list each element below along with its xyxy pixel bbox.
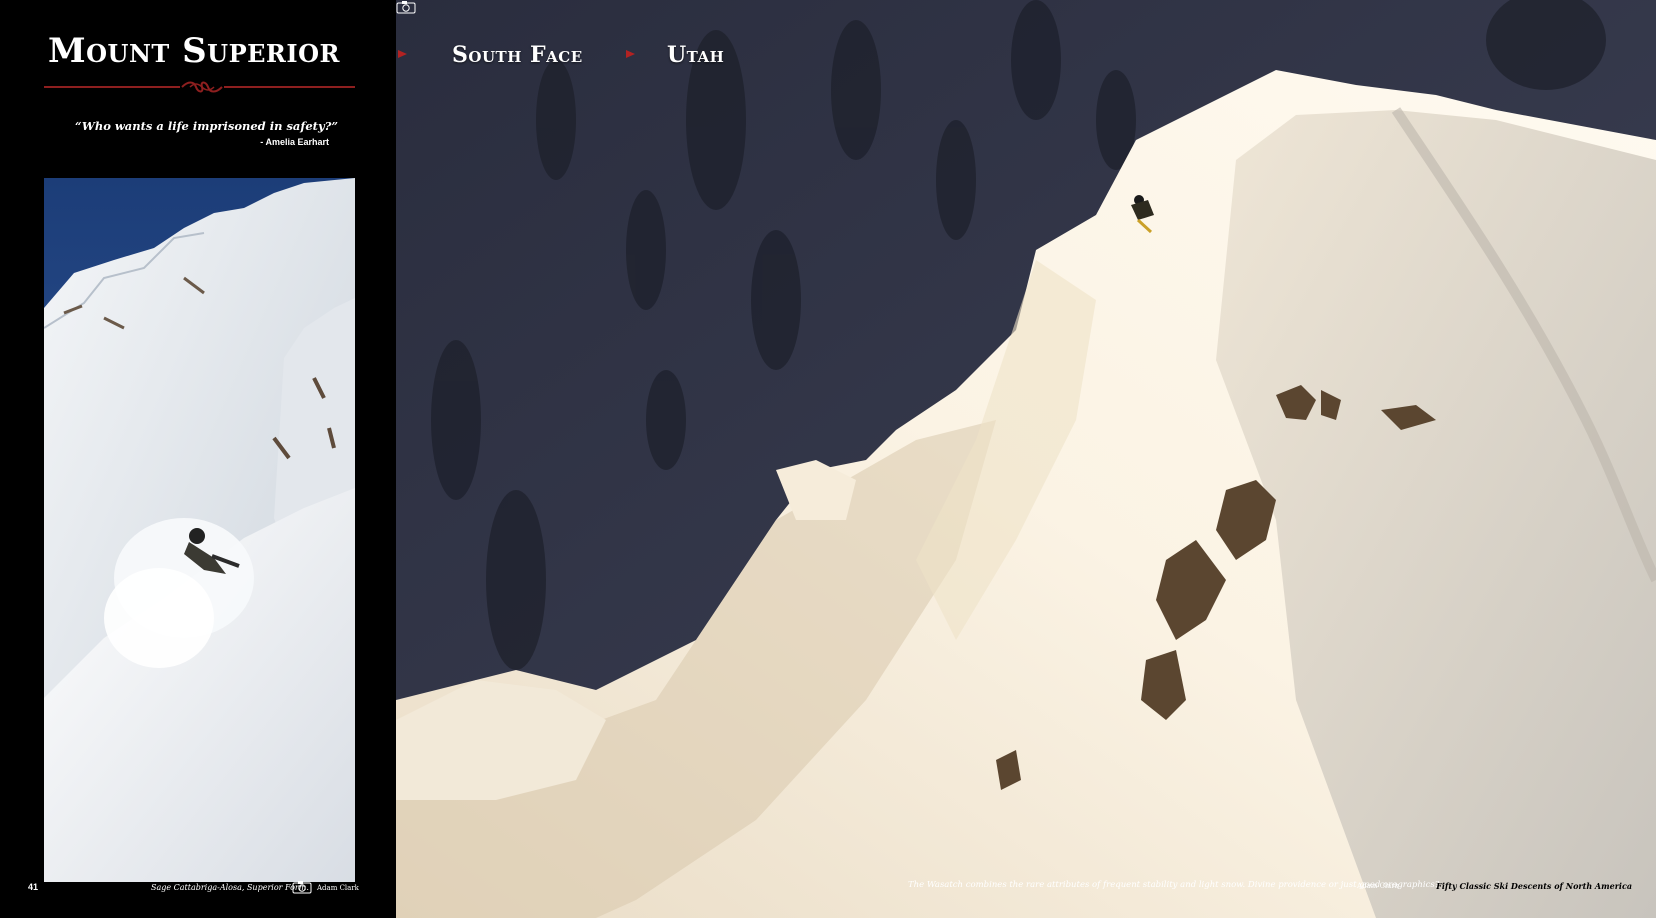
quote-attribution: - Amelia Earhart xyxy=(260,137,329,147)
right-page-photo: South Face Utah The Wasatch combines the… xyxy=(396,0,1656,918)
page-number: 41 xyxy=(28,882,39,892)
left-photo-skier-descent xyxy=(44,178,355,882)
header-state: Utah xyxy=(667,42,725,68)
title-ornament-icon xyxy=(180,80,224,94)
camera-icon xyxy=(292,881,312,894)
header-arrow-icon xyxy=(626,50,635,58)
camera-icon xyxy=(396,1,416,14)
page-title: Mount Superior xyxy=(48,31,340,71)
right-photo-credit: Adam Clark xyxy=(1357,882,1399,890)
header-arrow-icon xyxy=(398,50,407,58)
left-photo-credit: Adam Clark xyxy=(317,884,359,892)
mountain-ridge-photo xyxy=(396,0,1656,918)
header-region: South Face xyxy=(452,42,583,68)
book-title-footer: Fifty Classic Ski Descents of North Amer… xyxy=(1436,881,1632,891)
left-photo-caption: Sage Cattabriga-Alosa, Superior Form. xyxy=(151,883,309,892)
left-page: Mount Superior “Who wants a life impriso… xyxy=(0,0,396,918)
quote: “Who wants a life imprisoned in safety?” xyxy=(75,119,338,133)
